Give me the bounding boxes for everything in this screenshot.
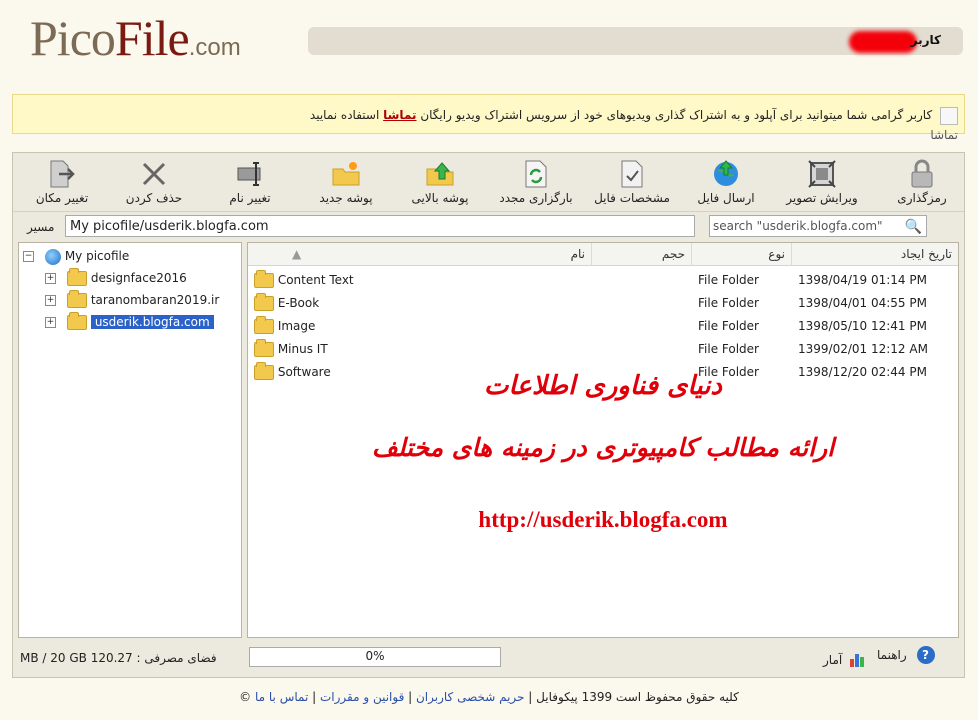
notice-line2: تماشا <box>930 128 958 142</box>
notice-image-icon <box>940 106 958 125</box>
copyright-symbol: © <box>239 690 252 704</box>
folder-icon <box>254 293 274 311</box>
collapse-icon[interactable]: − <box>23 251 34 262</box>
list-header: نام ▲ حجم نوع تاریخ ایجاد <box>248 243 958 266</box>
folder-up-button[interactable]: پوشه بالایی <box>395 157 485 207</box>
copyright-text: کلیه حقوق محفوظ است 1399 پیکوفایل <box>536 690 739 704</box>
notice-link-tamasha[interactable]: تماشا <box>383 108 416 122</box>
bar-chart-icon <box>850 653 866 667</box>
move-document-icon <box>47 159 77 189</box>
folder-icon <box>67 268 87 286</box>
contact-link[interactable]: تماس با ما <box>255 690 308 704</box>
path-input[interactable]: My picofile/usderik.blogfa.com <box>65 215 695 237</box>
rename-button[interactable]: تغییر نام <box>205 157 295 207</box>
notice-after: استفاده نمایید <box>309 108 380 122</box>
watermark-line2: ارائه مطالب کامپیوتری در زمینه های مختلف <box>371 433 835 462</box>
stats-link[interactable]: آمار <box>823 653 866 667</box>
watermark-url: http://usderik.blogfa.com <box>478 507 728 532</box>
new-folder-icon <box>331 159 361 189</box>
folder-icon <box>254 316 274 334</box>
search-input[interactable]: search "usderik.blogfa.com" 🔍 <box>709 215 927 237</box>
logo-part-file: File <box>114 10 190 66</box>
usage-progress-bar: 0% <box>249 647 501 667</box>
expand-icon[interactable]: + <box>45 273 56 284</box>
lock-icon <box>907 159 937 189</box>
folder-up-icon <box>425 159 455 189</box>
list-row[interactable]: Minus IT File Folder 1399/02/01 12:12 AM <box>248 338 958 361</box>
notice-message: کاربر گرامی شما میتوانید برای آپلود و به… <box>420 108 933 122</box>
user-label: کاربر <box>910 33 941 47</box>
help-icon: ? <box>916 646 935 664</box>
search-icon[interactable]: 🔍 <box>905 217 922 237</box>
lock-button[interactable]: رمزگذاری <box>877 157 967 207</box>
redacted-username <box>849 31 917 53</box>
file-manager: رمزگذاری ویرایش تصویر ارسال فایل مشخصات … <box>12 152 965 678</box>
expand-icon[interactable]: + <box>45 295 56 306</box>
tree-root-label: My picofile <box>64 249 130 263</box>
document-check-icon <box>617 159 647 189</box>
sort-asc-icon: ▲ <box>292 247 302 261</box>
user-bar: کاربر <box>308 27 963 55</box>
toolbar: رمزگذاری ویرایش تصویر ارسال فایل مشخصات … <box>13 153 964 212</box>
space-usage: فضای مصرفی : 120.27 MB / 20 GB <box>20 651 217 665</box>
col-type[interactable]: نوع <box>691 243 791 265</box>
logo-part-com: .com <box>188 34 241 61</box>
list-row[interactable]: E-Book File Folder 1398/04/01 04:55 PM <box>248 292 958 315</box>
search-placeholder: search "usderik.blogfa.com" <box>713 219 883 233</box>
col-size[interactable]: حجم <box>591 243 691 265</box>
delete-x-icon <box>139 159 169 189</box>
list-row[interactable]: Content Text File Folder 1398/04/19 01:1… <box>248 269 958 292</box>
folder-icon <box>67 290 87 308</box>
tree-item-label: taranombaran2019.ir <box>90 293 220 307</box>
notice-banner: کاربر گرامی شما میتوانید برای آپلود و به… <box>12 94 965 142</box>
rename-icon <box>235 159 265 189</box>
col-date[interactable]: تاریخ ایجاد <box>791 243 958 265</box>
watermark-line1: دنیای فناوری اطلاعات <box>483 371 723 401</box>
tree-item-label-selected: usderik.blogfa.com <box>90 315 214 329</box>
logo-part-pico: Pico <box>30 10 116 66</box>
reload-button[interactable]: بارگزاری مجدد <box>491 157 581 207</box>
expand-icon[interactable]: + <box>45 317 56 328</box>
picofile-logo[interactable]: PicoFile.com <box>30 10 241 76</box>
footer: کلیه حقوق محفوظ است 1399 پیکوفایل | حریم… <box>239 690 739 704</box>
move-button[interactable]: تغییر مکان <box>17 157 107 207</box>
globe-upload-icon <box>711 159 741 189</box>
file-properties-button[interactable]: مشخصات فایل <box>587 157 677 207</box>
folder-icon <box>254 270 274 288</box>
globe-icon <box>45 248 61 265</box>
refresh-icon <box>521 159 551 189</box>
send-file-button[interactable]: ارسال فایل <box>681 157 771 207</box>
crop-image-icon <box>807 159 837 189</box>
folder-tree: − My picofile + designface2016 + taranom… <box>18 242 242 638</box>
path-label: مسیر <box>27 220 55 234</box>
list-row[interactable]: Image File Folder 1398/05/10 12:41 PM <box>248 315 958 338</box>
folder-icon <box>254 339 274 357</box>
delete-button[interactable]: حذف کردن <box>109 157 199 207</box>
tree-item-label: designface2016 <box>90 271 187 285</box>
notice-text: کاربر گرامی شما میتوانید برای آپلود و به… <box>19 105 958 145</box>
help-link[interactable]: راهنما ? <box>877 646 935 664</box>
privacy-link[interactable]: حریم شخصی کاربران <box>416 690 524 704</box>
new-folder-button[interactable]: پوشه جدید <box>301 157 391 207</box>
file-list: نام ▲ حجم نوع تاریخ ایجاد Content Text F… <box>247 242 959 638</box>
folder-icon <box>67 312 87 330</box>
rules-link[interactable]: قوانین و مقررات <box>320 690 404 704</box>
col-name[interactable]: نام ▲ <box>248 243 591 265</box>
edit-image-button[interactable]: ویرایش تصویر <box>777 157 867 207</box>
